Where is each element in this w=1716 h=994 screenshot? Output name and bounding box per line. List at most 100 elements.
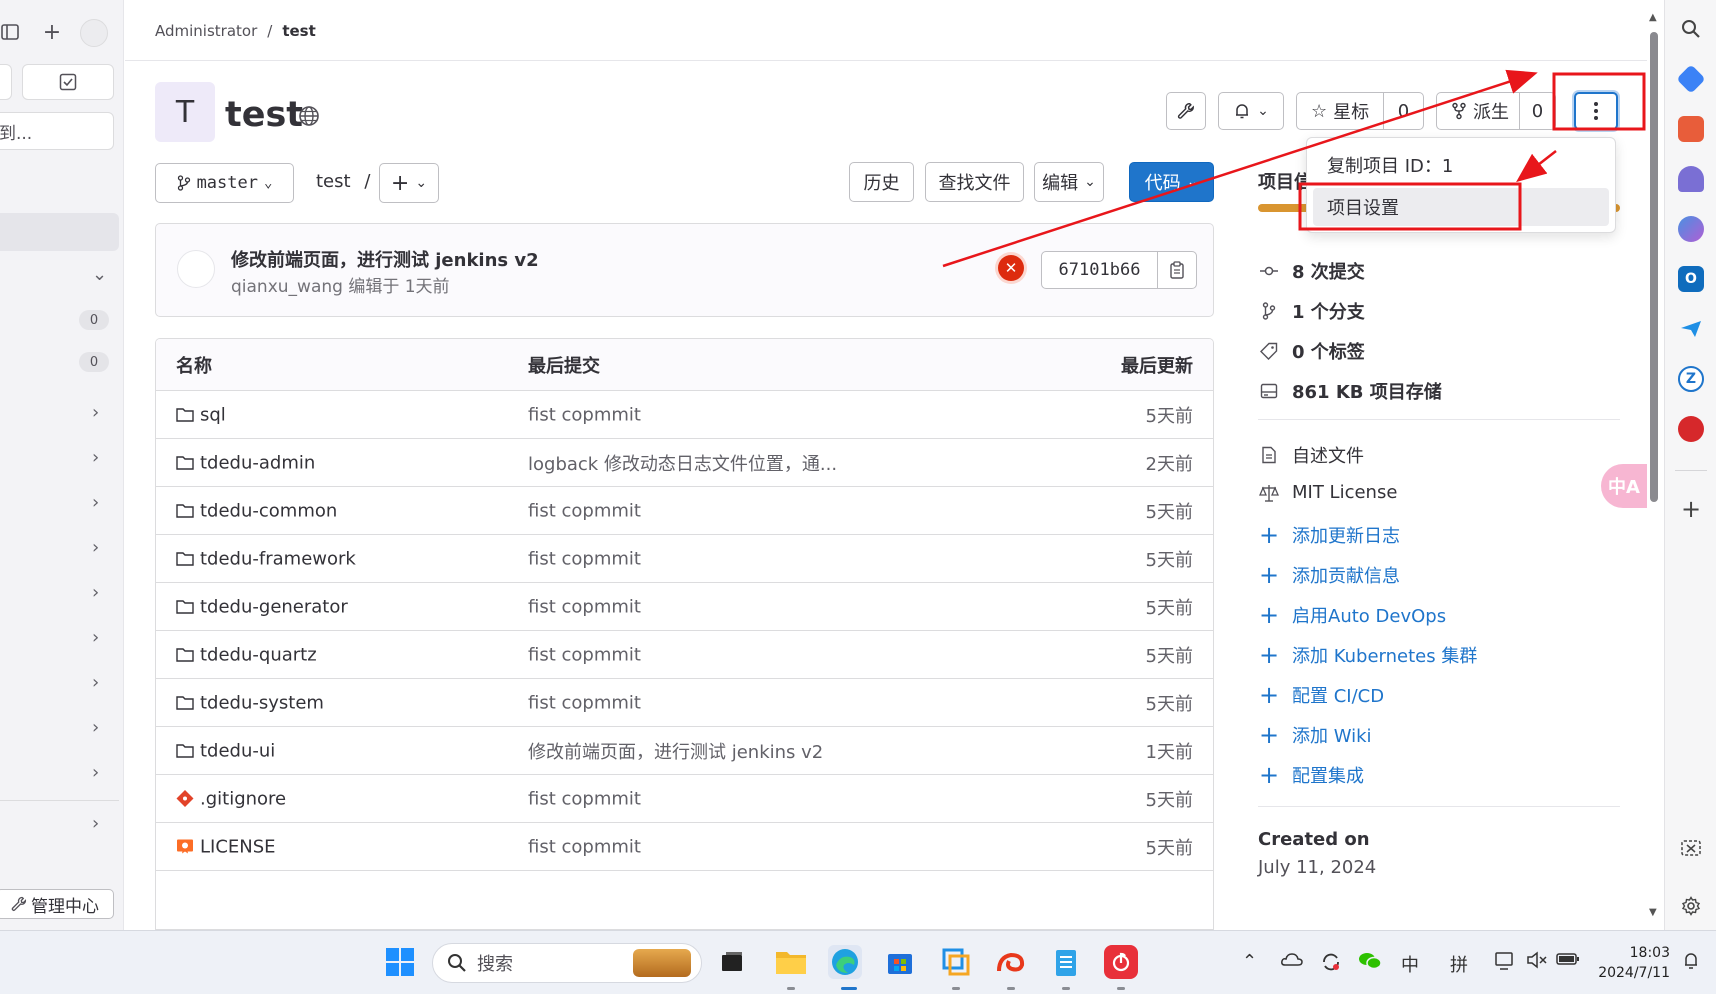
info-row[interactable]: 0 个标签 xyxy=(1258,338,1365,364)
chevron-right-icon[interactable]: › xyxy=(92,537,99,558)
file-name[interactable]: sql xyxy=(176,404,226,425)
table-row[interactable]: tdedu-generator fist copmmit 5天前 xyxy=(156,583,1213,631)
fork-button[interactable]: 派生 0 xyxy=(1436,92,1556,130)
scroll-down-icon[interactable]: ▼ xyxy=(1649,907,1657,918)
goto-search[interactable]: 到... xyxy=(0,112,114,150)
chevron-right-icon[interactable]: › xyxy=(92,402,99,423)
breadcrumb-current[interactable]: test xyxy=(282,22,315,40)
file-last-commit[interactable]: 修改前端页面，进行测试 jenkins v2 xyxy=(528,738,823,764)
snail-app-icon[interactable] xyxy=(994,945,1028,979)
admin-center-button[interactable]: 管理中心 xyxy=(0,889,114,919)
toolbox-icon[interactable] xyxy=(1678,116,1704,142)
taskbar-search[interactable]: 搜索 xyxy=(432,943,702,983)
table-row[interactable]: tdedu-ui 修改前端页面，进行测试 jenkins v2 1天前 xyxy=(156,727,1213,775)
add-to-tree-button[interactable]: + ⌄ xyxy=(379,163,439,203)
file-last-commit[interactable]: fist copmmit xyxy=(528,548,641,569)
screenshot-icon[interactable] xyxy=(1678,836,1704,862)
task-view-icon[interactable] xyxy=(715,945,749,979)
network-icon[interactable] xyxy=(1494,951,1516,976)
chevron-right-icon[interactable]: › xyxy=(92,582,99,603)
remote-app-icon[interactable] xyxy=(939,945,973,979)
commit-sha[interactable]: 67101b66 xyxy=(1042,252,1158,288)
commit-title[interactable]: 修改前端页面，进行测试 jenkins v2 xyxy=(231,246,539,272)
admin-wrench-button[interactable] xyxy=(1166,92,1206,130)
info-row[interactable]: 8 次提交 xyxy=(1258,258,1365,284)
file-name[interactable]: tdedu-admin xyxy=(176,452,315,473)
notepad-icon[interactable] xyxy=(1049,945,1083,979)
table-row[interactable]: tdedu-quartz fist copmmit 5天前 xyxy=(156,631,1213,679)
file-name[interactable]: .gitignore xyxy=(176,788,286,809)
sidebar-toggle-icon[interactable] xyxy=(0,20,20,44)
table-row[interactable]: sql fist copmmit 5天前 xyxy=(156,391,1213,439)
breadcrumb-parent[interactable]: Administrator xyxy=(155,22,257,40)
volume-muted-icon[interactable] xyxy=(1526,951,1548,974)
table-row[interactable]: tdedu-framework fist copmmit 5天前 xyxy=(156,535,1213,583)
branch-selector[interactable]: master ⌄ xyxy=(155,163,294,203)
user-avatar[interactable] xyxy=(80,19,108,47)
info-row[interactable]: + 启用Auto DevOps xyxy=(1258,602,1446,628)
send-icon[interactable] xyxy=(1678,316,1704,342)
notification-bell-icon[interactable] xyxy=(1682,951,1700,976)
commit-author-avatar[interactable] xyxy=(177,250,215,288)
info-row[interactable]: + 添加 Kubernetes 集群 xyxy=(1258,642,1477,668)
table-row[interactable]: tdedu-common fist copmmit 5天前 xyxy=(156,487,1213,535)
file-name[interactable]: LICENSE xyxy=(176,836,276,857)
outlook-icon[interactable]: O xyxy=(1678,266,1704,292)
sync-icon[interactable] xyxy=(1320,951,1342,978)
onedrive-icon[interactable] xyxy=(1280,951,1304,972)
settings-gear-icon[interactable] xyxy=(1678,893,1704,919)
chevron-right-icon[interactable]: › xyxy=(92,672,99,693)
info-row[interactable]: MIT License xyxy=(1258,482,1397,503)
windows-start-icon[interactable] xyxy=(383,945,417,979)
history-button[interactable]: 历史 xyxy=(849,162,914,202)
file-last-commit[interactable]: fist copmmit xyxy=(528,692,641,713)
file-name[interactable]: tdedu-ui xyxy=(176,740,275,761)
translate-button[interactable]: 中A xyxy=(1601,464,1647,508)
sidebar-box-left[interactable] xyxy=(0,64,12,100)
table-row[interactable]: tdedu-system fist copmmit 5天前 xyxy=(156,679,1213,727)
code-dropdown-button[interactable]: 代码 ⌄ xyxy=(1129,162,1214,202)
add-icon[interactable]: + xyxy=(1678,495,1704,523)
copy-sha-button[interactable] xyxy=(1158,252,1196,288)
sidebar-active-item[interactable] xyxy=(0,213,119,251)
file-explorer-icon[interactable] xyxy=(774,945,808,979)
file-last-commit[interactable]: fist copmmit xyxy=(528,404,641,425)
chevron-right-icon[interactable]: › xyxy=(92,492,99,513)
battery-icon[interactable] xyxy=(1556,951,1580,972)
new-item-icon[interactable]: + xyxy=(38,18,66,46)
project-settings-item[interactable]: 项目设置 xyxy=(1313,188,1609,226)
find-file-button[interactable]: 查找文件 xyxy=(925,162,1024,202)
scroll-thumb[interactable] xyxy=(1650,32,1658,502)
zhihu-icon[interactable]: Z xyxy=(1678,366,1704,392)
table-row[interactable]: LICENSE fist copmmit 5天前 xyxy=(156,823,1213,871)
chevron-right-icon[interactable]: › xyxy=(92,447,99,468)
file-last-commit[interactable]: fist copmmit xyxy=(528,596,641,617)
info-row[interactable]: + 配置 CI/CD xyxy=(1258,682,1384,708)
file-name[interactable]: tdedu-common xyxy=(176,500,337,521)
repo-path-name[interactable]: test xyxy=(316,171,351,192)
star-count[interactable]: 0 xyxy=(1383,93,1423,129)
info-row[interactable]: + 添加更新日志 xyxy=(1258,522,1400,548)
file-last-commit[interactable]: logback 修改动态日志文件位置，通... xyxy=(528,450,837,476)
info-row[interactable]: + 添加贡献信息 xyxy=(1258,562,1400,588)
tray-chevron-up-icon[interactable]: ⌃ xyxy=(1242,951,1257,972)
netease-music-icon[interactable] xyxy=(1104,945,1138,979)
edit-dropdown-button[interactable]: 编辑 ⌄ xyxy=(1034,162,1104,202)
pipeline-failed-icon[interactable]: ✕ xyxy=(998,255,1024,281)
info-row[interactable]: 自述文件 xyxy=(1258,442,1364,468)
file-last-commit[interactable]: fist copmmit xyxy=(528,500,641,521)
fork-count[interactable]: 0 xyxy=(1519,93,1555,129)
star-button[interactable]: ☆ 星标 0 xyxy=(1296,92,1424,130)
info-row[interactable]: 1 个分支 xyxy=(1258,298,1365,324)
chevron-right-icon[interactable]: › xyxy=(92,762,99,783)
notification-button[interactable]: ⌄ xyxy=(1218,92,1284,130)
file-name[interactable]: tdedu-system xyxy=(176,692,324,713)
chevron-right-icon[interactable]: › xyxy=(92,627,99,648)
scroll-up-icon[interactable]: ▲ xyxy=(1649,12,1657,23)
file-last-commit[interactable]: fist copmmit xyxy=(528,836,641,857)
emblem-icon[interactable] xyxy=(1678,416,1704,442)
edge-browser-icon[interactable] xyxy=(828,945,862,979)
ime-language[interactable]: 中 xyxy=(1401,951,1419,977)
wechat-icon[interactable] xyxy=(1358,951,1382,976)
chevron-right-icon[interactable]: › xyxy=(92,813,99,834)
